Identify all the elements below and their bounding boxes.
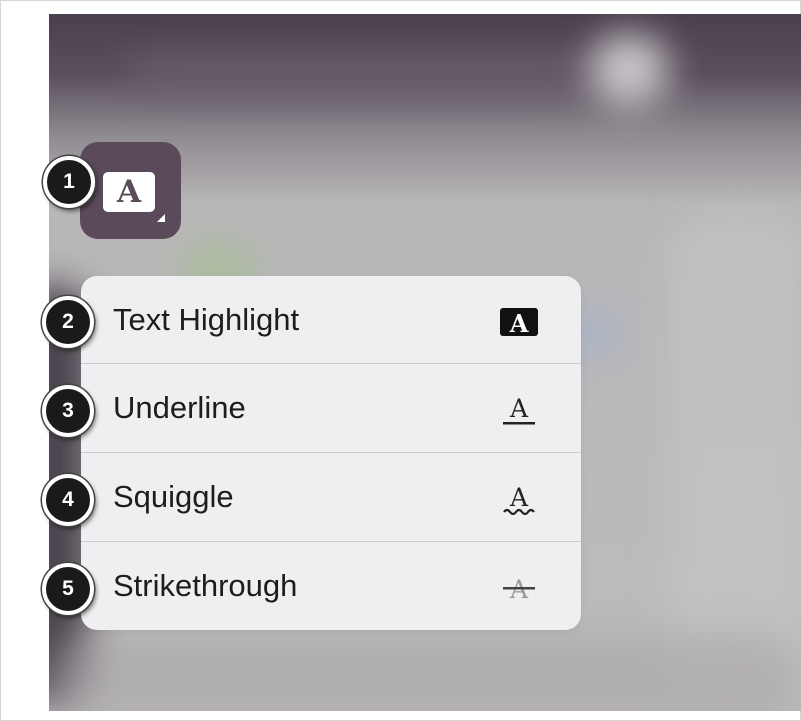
menu-item-label: Squiggle [113,479,234,514]
callout-badge: 3 [42,385,94,437]
menu-item-underline[interactable]: Underline A [81,364,581,452]
callout-badge: 1 [43,156,95,208]
callout-badge: 2 [42,296,94,348]
submenu-indicator-icon [157,214,165,222]
menu-item-label: Underline [113,390,246,425]
menu-item-strikethrough[interactable]: Strikethrough A [81,542,581,630]
menu-item-label: Strikethrough [113,568,298,603]
blurred-background-footer [49,634,801,711]
svg-text:A: A [509,309,529,338]
callout-badge: 5 [42,563,94,615]
underline-icon: A [503,394,535,425]
text-annotation-menu: Text Highlight A Underline A Squiggle A … [81,276,581,630]
text-annotation-tool-button[interactable]: A [80,142,181,239]
svg-text:A: A [509,394,529,423]
blurred-background-highlight [589,34,669,104]
menu-item-squiggle[interactable]: Squiggle A [81,453,581,541]
text-annotation-icon: A [103,172,155,212]
squiggle-icon: A [503,483,535,516]
text-highlight-icon: A [500,308,538,338]
menu-item-label: Text Highlight [113,302,300,337]
callout-badge: 4 [42,474,94,526]
blurred-background-header [129,54,589,94]
svg-text:A: A [509,483,529,512]
blurred-background-panel [669,214,801,694]
strikethrough-icon: A [503,575,535,604]
menu-item-text-highlight[interactable]: Text Highlight A [81,276,581,364]
